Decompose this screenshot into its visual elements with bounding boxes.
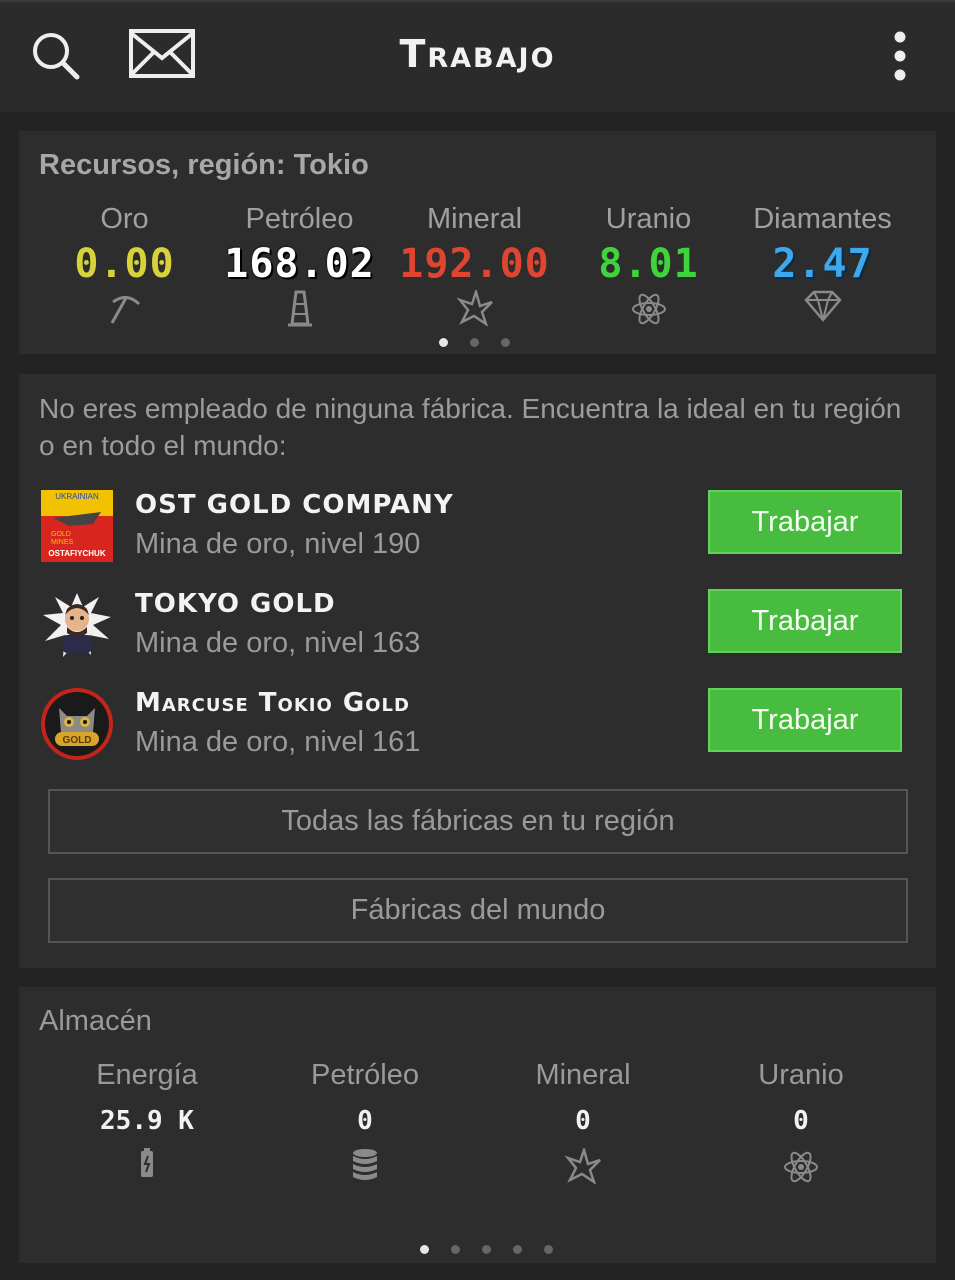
pager-dot[interactable] [451, 1245, 460, 1254]
resource-label: Petróleo [245, 203, 354, 235]
top-bar: Trabajo [0, 0, 955, 112]
factory-subtitle: Mina de oro, nivel 190 [135, 528, 421, 560]
pickaxe-icon [37, 290, 212, 330]
resource-value: 192.00 [399, 241, 550, 287]
resource-label: Diamantes [753, 203, 892, 235]
storage-uranium: Uranio 0 [691, 1059, 911, 1188]
storage-label: Petróleo [310, 1059, 419, 1091]
factory-name[interactable]: OST GOLD COMPANY [135, 490, 454, 520]
page-title: Trabajo [399, 32, 556, 76]
world-factories-button[interactable]: Fábricas del mundo [48, 878, 908, 943]
pager-dot[interactable] [544, 1245, 553, 1254]
storage-card: Almacén Energía 25.9 K Petróleo 0 Minera… [19, 987, 936, 1263]
resource-mineral: Mineral 192.00 [387, 203, 562, 330]
pager-dot[interactable] [470, 338, 479, 347]
factory-row: UKRAINIAN GOLD MINES OSTAFIYCHUK OST GOL… [39, 480, 916, 570]
storage-label: Uranio [758, 1059, 844, 1091]
storage-mineral: Mineral 0 [473, 1059, 693, 1188]
pager-dot[interactable] [513, 1245, 522, 1254]
resource-value: 0.00 [74, 241, 175, 287]
logo-text: UKRAINIAN [55, 492, 99, 501]
logo-text: OSTAFIYCHUK [48, 549, 105, 558]
storage-title: Almacén [39, 1005, 152, 1037]
resource-oil: Petróleo 168.02 [212, 203, 387, 330]
region-factories-button[interactable]: Todas las fábricas en tu región [48, 789, 908, 854]
atom-icon [561, 290, 736, 330]
more-vert-icon[interactable] [888, 30, 912, 84]
resource-label: Uranio [605, 203, 692, 235]
factory-subtitle: Mina de oro, nivel 161 [135, 726, 421, 758]
storage-value: 25.9 K [100, 1106, 194, 1136]
factory-logo [39, 587, 115, 663]
factory-logo: UKRAINIAN GOLD MINES OSTAFIYCHUK [39, 488, 115, 564]
mineral-icon [473, 1145, 693, 1188]
logo-text: GOLD [63, 735, 92, 746]
storage-label: Energía [96, 1059, 198, 1091]
storage-value: 0 [575, 1106, 591, 1136]
resource-diamonds: Diamantes 2.47 [735, 203, 910, 330]
work-button[interactable]: Trabajar [708, 589, 902, 653]
pager-dot[interactable] [482, 1245, 491, 1254]
factories-card: No eres empleado de ninguna fábrica. Enc… [19, 374, 936, 968]
battery-icon [37, 1148, 257, 1188]
logo-text: GOLD [51, 531, 71, 538]
resource-label: Mineral [426, 203, 523, 235]
resource-value: 2.47 [772, 241, 873, 287]
pager-dot[interactable] [420, 1245, 429, 1254]
factory-name[interactable]: TOKYO GOLD [135, 589, 336, 619]
factories-intro: No eres empleado de ninguna fábrica. Enc… [39, 393, 902, 461]
resource-uranium: Uranio 8.01 [561, 203, 736, 330]
resource-value: 8.01 [598, 241, 699, 287]
storage-value: 0 [793, 1106, 809, 1136]
diamond-icon [735, 290, 910, 330]
barrel-icon [255, 1148, 475, 1188]
work-button[interactable]: Trabajar [708, 490, 902, 554]
resources-pager[interactable] [439, 338, 510, 347]
oil-rig-icon [212, 290, 387, 330]
resources-card: Recursos, región: Tokio Oro 0.00 Petróle… [19, 131, 936, 354]
pager-dot[interactable] [501, 338, 510, 347]
factory-name[interactable]: Marcuse Tokio Gold [135, 688, 410, 718]
factory-row: TOKYO GOLD Mina de oro, nivel 163 Trabaj… [39, 579, 916, 669]
storage-oil: Petróleo 0 [255, 1059, 475, 1188]
work-button[interactable]: Trabajar [708, 688, 902, 752]
factory-row: GOLD Marcuse Tokio Gold Mina de oro, niv… [39, 678, 916, 768]
resources-title: Recursos, región: Tokio [39, 149, 369, 181]
resource-gold: Oro 0.00 [37, 203, 212, 330]
factory-subtitle: Mina de oro, nivel 163 [135, 627, 421, 659]
resource-label: Oro [100, 203, 149, 235]
resource-value: 168.02 [224, 241, 375, 287]
mineral-icon [387, 287, 562, 330]
storage-energy: Energía 25.9 K [37, 1059, 257, 1188]
storage-label: Mineral [535, 1059, 631, 1091]
storage-pager[interactable] [420, 1245, 553, 1254]
pager-dot[interactable] [439, 338, 448, 347]
factory-logo: GOLD [39, 686, 115, 762]
storage-value: 0 [357, 1106, 373, 1136]
atom-icon [691, 1148, 911, 1188]
logo-text: MINES [51, 539, 74, 546]
